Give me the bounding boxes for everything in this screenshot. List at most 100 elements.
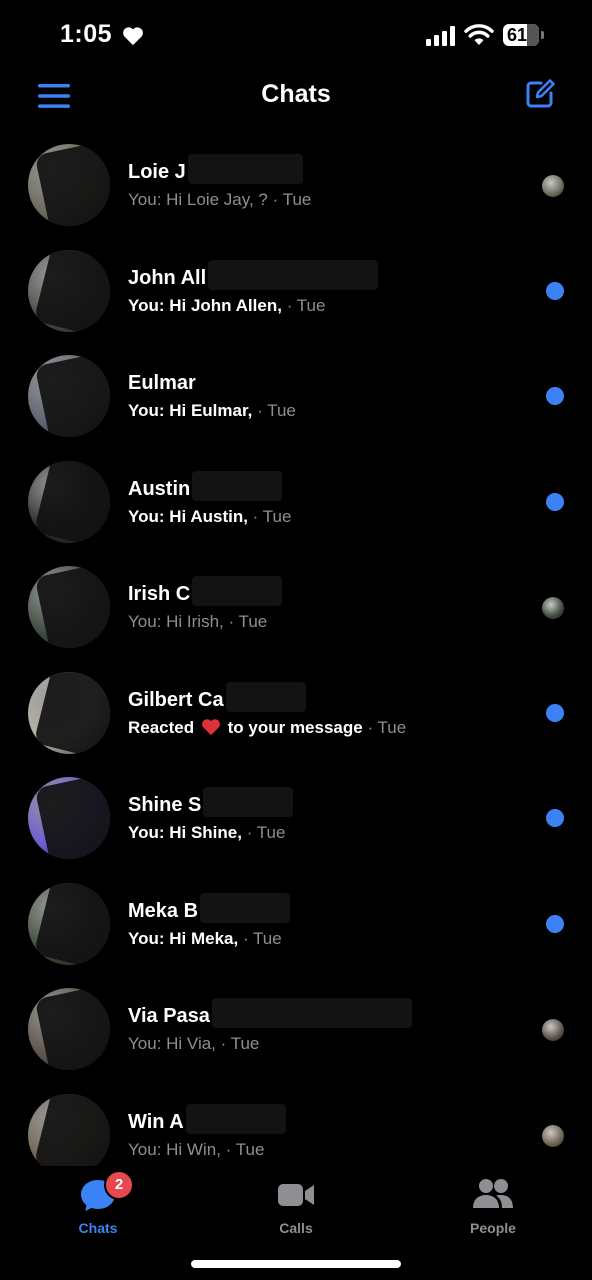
message-time: · Tue xyxy=(272,190,312,209)
chat-row[interactable]: Shine S You: Hi Shine, · Tue xyxy=(0,765,592,871)
preview-text: You: Hi Eulmar, xyxy=(128,401,253,420)
avatar[interactable] xyxy=(28,671,110,754)
preview-text: You: Hi Win, xyxy=(128,1139,221,1159)
name-redaction xyxy=(208,259,379,290)
chat-name: Irish C xyxy=(128,583,191,605)
tab-people[interactable]: People xyxy=(433,1174,553,1236)
home-indicator[interactable] xyxy=(191,1260,401,1268)
message-preview: You: Hi Via, · Tue xyxy=(128,1034,259,1054)
preview-suffix: to your message xyxy=(227,717,363,737)
avatar-redaction xyxy=(33,249,110,332)
avatar[interactable] xyxy=(28,882,110,965)
chat-name: Via Pasa xyxy=(128,1005,210,1027)
avatar-redaction xyxy=(34,355,110,437)
chat-row[interactable]: Eulmar You: Hi Eulmar, · Tue xyxy=(0,343,592,449)
heart-reaction-icon xyxy=(201,718,220,735)
message-time: · Tue xyxy=(220,1034,260,1053)
unread-dot xyxy=(546,492,564,511)
message-time: · Tue xyxy=(228,612,268,631)
name-redaction xyxy=(185,1103,286,1134)
heart-icon xyxy=(123,27,143,46)
avatar-redaction xyxy=(34,144,110,226)
chat-name: Shine S xyxy=(128,794,202,816)
preview-text: You: Hi Irish, xyxy=(128,612,224,631)
avatar[interactable] xyxy=(28,144,110,226)
unread-dot xyxy=(546,387,564,405)
preview-text: You: Hi Via, xyxy=(128,1034,216,1053)
name-redaction xyxy=(187,154,303,184)
video-camera-icon xyxy=(278,1184,314,1206)
chat-row[interactable]: Irish C You: Hi Irish, · Tue xyxy=(0,554,592,660)
avatar[interactable] xyxy=(28,566,110,648)
message-preview: Reacted to your message · Tue xyxy=(128,718,406,738)
message-time: · Tue xyxy=(367,717,407,737)
seen-avatar xyxy=(542,1124,564,1147)
avatar[interactable] xyxy=(28,777,110,859)
message-preview: You: Hi Meka, · Tue xyxy=(128,929,282,949)
chat-row[interactable]: Win A You: Hi Win, · Tue xyxy=(0,1082,592,1167)
chat-row[interactable]: Gilbert Ca Reacted to your message · Tue xyxy=(0,660,592,766)
chat-row[interactable]: Loie J You: Hi Loie Jay, ? · Tue xyxy=(0,132,592,238)
tab-chats[interactable]: 2 Chats xyxy=(38,1170,158,1236)
name-redaction xyxy=(192,470,283,501)
message-time: · Tue xyxy=(257,401,296,420)
message-preview: You: Hi Eulmar, · Tue xyxy=(128,401,296,421)
status-time: 1:05 xyxy=(60,20,113,48)
avatar-redaction xyxy=(33,882,110,965)
message-preview: You: Hi Win, · Tue xyxy=(128,1140,264,1160)
chat-row[interactable]: Austin You: Hi Austin, · Tue xyxy=(0,449,592,555)
chat-row[interactable]: Via Pasa You: Hi Via, · Tue xyxy=(0,976,592,1082)
preview-text: You: Hi Austin, xyxy=(128,506,248,526)
unread-dot xyxy=(546,703,564,722)
avatar[interactable] xyxy=(28,1093,110,1167)
avatar-redaction xyxy=(33,671,110,754)
chat-name: Meka B xyxy=(128,899,199,922)
message-time: · Tue xyxy=(225,1139,265,1159)
name-redaction xyxy=(200,892,291,923)
avatar[interactable] xyxy=(28,460,110,543)
avatar[interactable] xyxy=(28,355,110,437)
status-bar: 1:05 61 xyxy=(0,0,592,70)
page-title: Chats xyxy=(261,80,331,108)
message-time: · Tue xyxy=(246,823,286,842)
message-preview: You: Hi Loie Jay, ? · Tue xyxy=(128,190,311,210)
battery-empty-portion xyxy=(527,24,539,46)
compose-icon[interactable] xyxy=(524,78,556,110)
preview-text: You: Hi Loie Jay, ? xyxy=(128,190,268,209)
seen-avatar xyxy=(542,1019,564,1041)
header: Chats xyxy=(0,70,592,125)
avatar[interactable] xyxy=(28,249,110,332)
tab-bar: 2 Chats Calls People xyxy=(0,1166,592,1256)
avatar-redaction xyxy=(33,1093,110,1167)
seen-avatar xyxy=(542,597,564,619)
message-time: · Tue xyxy=(286,295,326,315)
battery-cap xyxy=(541,31,544,39)
chat-name: Win A xyxy=(128,1110,184,1133)
tab-calls[interactable]: Calls xyxy=(236,1174,356,1236)
unread-dot xyxy=(546,809,564,827)
message-time: · Tue xyxy=(242,928,282,948)
chat-name: John All xyxy=(128,266,207,289)
wifi-icon xyxy=(464,24,494,45)
chat-row[interactable]: John All You: Hi John Allen, · Tue xyxy=(0,238,592,344)
avatar[interactable] xyxy=(28,988,110,1070)
message-preview: You: Hi Austin, · Tue xyxy=(128,507,291,527)
avatar-redaction xyxy=(34,777,110,859)
chat-name: Eulmar xyxy=(128,372,196,394)
preview-text: You: Hi Meka, xyxy=(128,928,239,948)
unread-count-badge: 2 xyxy=(104,1170,134,1200)
preview-text: You: Hi Shine, xyxy=(128,823,242,842)
message-time: · Tue xyxy=(252,506,292,526)
people-icon xyxy=(473,1179,513,1208)
preview-text: You: Hi John Allen, xyxy=(128,295,282,315)
preview-text: Reacted xyxy=(128,717,195,737)
unread-dot xyxy=(546,914,564,933)
chat-row[interactable]: Meka B You: Hi Meka, · Tue xyxy=(0,871,592,977)
tab-label-chats: Chats xyxy=(78,1220,118,1236)
name-redaction xyxy=(225,681,306,712)
tab-label-people: People xyxy=(470,1220,516,1236)
chat-list[interactable]: Loie J You: Hi Loie Jay, ? · Tue John All Y… xyxy=(0,132,592,1167)
avatar-redaction xyxy=(34,988,110,1070)
unread-dot xyxy=(546,281,564,300)
chat-name: Austin xyxy=(128,477,191,500)
